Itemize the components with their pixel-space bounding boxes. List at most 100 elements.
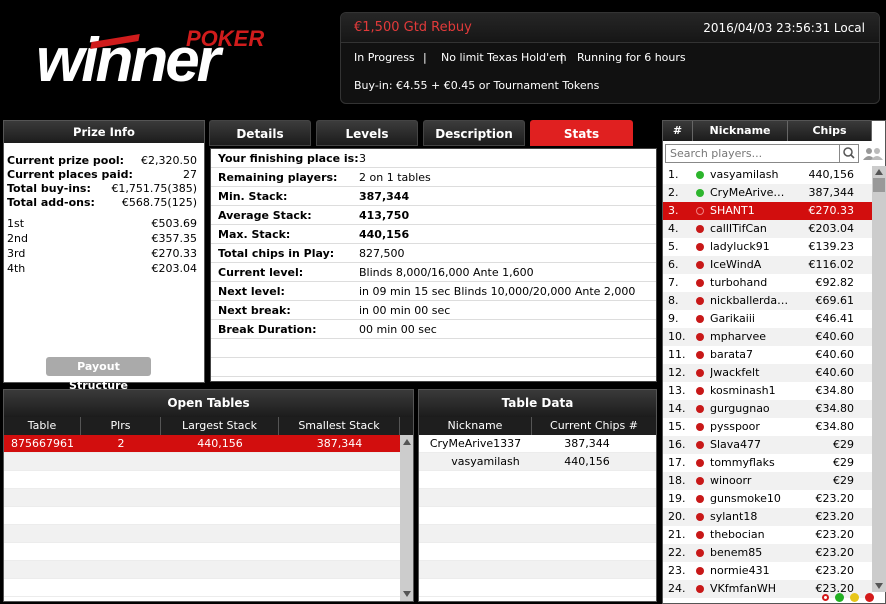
scroll-down-icon[interactable]: [403, 591, 411, 597]
player-row[interactable]: 11. barata7 €40.60: [663, 346, 872, 364]
player-rank: 8.: [668, 294, 679, 307]
player-rank: 18.: [668, 474, 686, 487]
open-tables-scrollbar[interactable]: [400, 435, 413, 601]
player-row[interactable]: 2. CryMeArive1337 387,344: [663, 184, 872, 202]
table-row[interactable]: 875667961 2 440,156 387,344: [4, 435, 400, 453]
col-rank[interactable]: #: [663, 121, 693, 141]
player-group-icon[interactable]: [862, 145, 886, 162]
player-chips: €203.04: [808, 222, 855, 235]
scroll-up-icon[interactable]: [875, 169, 883, 175]
prize-value: €1,751.75(385): [111, 182, 197, 195]
table-row-empty: [4, 471, 400, 489]
player-row[interactable]: 17. tommyflaks €29: [663, 454, 872, 472]
payout-structure-button[interactable]: Payout Structure: [46, 357, 151, 392]
tab-description[interactable]: Description: [423, 120, 525, 146]
player-row[interactable]: 14. gurgugnao €34.80: [663, 400, 872, 418]
prize-value: €2,320.50: [141, 154, 197, 167]
player-status-icon: [696, 531, 704, 539]
player-row[interactable]: 21. thebocian €23.20: [663, 526, 872, 544]
player-row[interactable]: 8. nickballerdawg €69.61: [663, 292, 872, 310]
player-status-icon: [696, 459, 704, 467]
stat-label: Average Stack:: [218, 209, 312, 222]
stat-row: Current level: Blinds 8,000/16,000 Ante 1…: [211, 263, 656, 282]
player-nickname: VKfmfanWH: [710, 582, 777, 595]
player-nickname: ladyluck91: [710, 240, 770, 253]
table-cell-chips: 387,344: [564, 437, 610, 450]
player-row[interactable]: 6. IceWindA €116.02: [663, 256, 872, 274]
table-cell-table: 875667961: [11, 437, 74, 450]
col-largest-stack[interactable]: Largest Stack: [161, 417, 279, 435]
place-value: €357.35: [151, 232, 198, 245]
player-row[interactable]: 20. sylant18 €23.20: [663, 508, 872, 526]
player-row[interactable]: 15. pysspoor €34.80: [663, 418, 872, 436]
search-players-input[interactable]: [665, 144, 859, 163]
col-smallest-stack[interactable]: Smallest Stack: [279, 417, 400, 435]
player-status-icon: [696, 261, 704, 269]
player-status-icon: [696, 207, 704, 215]
player-chips: €29: [833, 474, 854, 487]
col-chips[interactable]: Chips: [788, 121, 872, 141]
player-rank: 1.: [668, 168, 679, 181]
player-rank: 13.: [668, 384, 686, 397]
scroll-up-icon[interactable]: [403, 439, 411, 445]
table-row-empty: [4, 543, 400, 561]
tab-details[interactable]: Details: [209, 120, 311, 146]
col-player-nickname[interactable]: Nickname: [693, 121, 788, 141]
player-row[interactable]: 3. SHANT1 €270.33: [663, 202, 872, 220]
player-row[interactable]: 1. vasyamilash 440,156: [663, 166, 872, 184]
player-rank: 7.: [668, 276, 679, 289]
player-row[interactable]: 12. Jwackfelt €40.60: [663, 364, 872, 382]
prize-row: Current prize pool: €2,320.50: [7, 154, 197, 168]
tournament-header: €1,500 Gtd Rebuy 2016/04/03 23:56:31 Loc…: [340, 12, 880, 104]
player-rank: 16.: [668, 438, 686, 451]
tab-levels[interactable]: Levels: [316, 120, 418, 146]
player-rank: 19.: [668, 492, 686, 505]
player-row[interactable]: 19. gunsmoke10 €23.20: [663, 490, 872, 508]
stat-row: Your finishing place is: 3: [211, 149, 656, 168]
player-chips: €23.20: [815, 528, 855, 541]
table-data-title: Table Data: [419, 390, 656, 417]
game-type: No limit Texas Hold'em: [441, 51, 567, 64]
table-cell-largest: 440,156: [197, 437, 243, 450]
scroll-down-icon[interactable]: [875, 583, 883, 589]
prize-value: €568.75(125): [121, 196, 197, 209]
players-scrollbar[interactable]: [872, 166, 886, 592]
tab-stats[interactable]: Stats: [530, 120, 633, 146]
player-row[interactable]: 10. mpharvee €40.60: [663, 328, 872, 346]
table-row[interactable]: vasyamilash 440,156: [419, 453, 656, 471]
player-status-icon: [696, 585, 704, 593]
player-row[interactable]: 9. Garikaiii €46.41: [663, 310, 872, 328]
stat-row-empty: [211, 358, 656, 377]
player-row[interactable]: 22. benem85 €23.20: [663, 544, 872, 562]
player-row[interactable]: 13. kosminash1 €34.80: [663, 382, 872, 400]
col-current-chips[interactable]: Current Chips #: [532, 417, 656, 435]
player-chips: 440,156: [808, 168, 855, 181]
player-row[interactable]: 23. normie431 €23.20: [663, 562, 872, 580]
player-chips: €116.02: [808, 258, 855, 271]
player-row[interactable]: 16. Slava477 €29: [663, 436, 872, 454]
col-table[interactable]: Table: [4, 417, 81, 435]
table-cell-smallest: 387,344: [316, 437, 363, 450]
col-nickname[interactable]: Nickname: [419, 417, 532, 435]
player-status-icon: [696, 171, 704, 179]
search-icon[interactable]: [839, 145, 857, 162]
separator: |: [423, 51, 427, 64]
player-row[interactable]: 7. turbohand €92.82: [663, 274, 872, 292]
player-nickname: normie431: [710, 564, 770, 577]
player-row[interactable]: 18. winoorr €29: [663, 472, 872, 490]
col-plrs[interactable]: Plrs: [81, 417, 161, 435]
player-row[interactable]: 4. callITifCan €203.04: [663, 220, 872, 238]
prize-label: Current prize pool:: [7, 154, 125, 167]
scroll-thumb[interactable]: [873, 178, 885, 192]
player-row[interactable]: 5. ladyluck91 €139.23: [663, 238, 872, 256]
place-label: 3rd: [7, 247, 26, 260]
table-row-empty: [4, 489, 400, 507]
player-rank: 9.: [668, 312, 679, 325]
table-cell-nickname: CryMeArive1337: [429, 437, 522, 450]
player-rank: 3.: [668, 204, 679, 217]
table-row-empty: [4, 561, 400, 579]
player-rank: 11.: [668, 348, 686, 361]
table-row-empty: [419, 471, 656, 489]
table-row[interactable]: CryMeArive1337 387,344: [419, 435, 656, 453]
player-rank: 15.: [668, 420, 686, 433]
